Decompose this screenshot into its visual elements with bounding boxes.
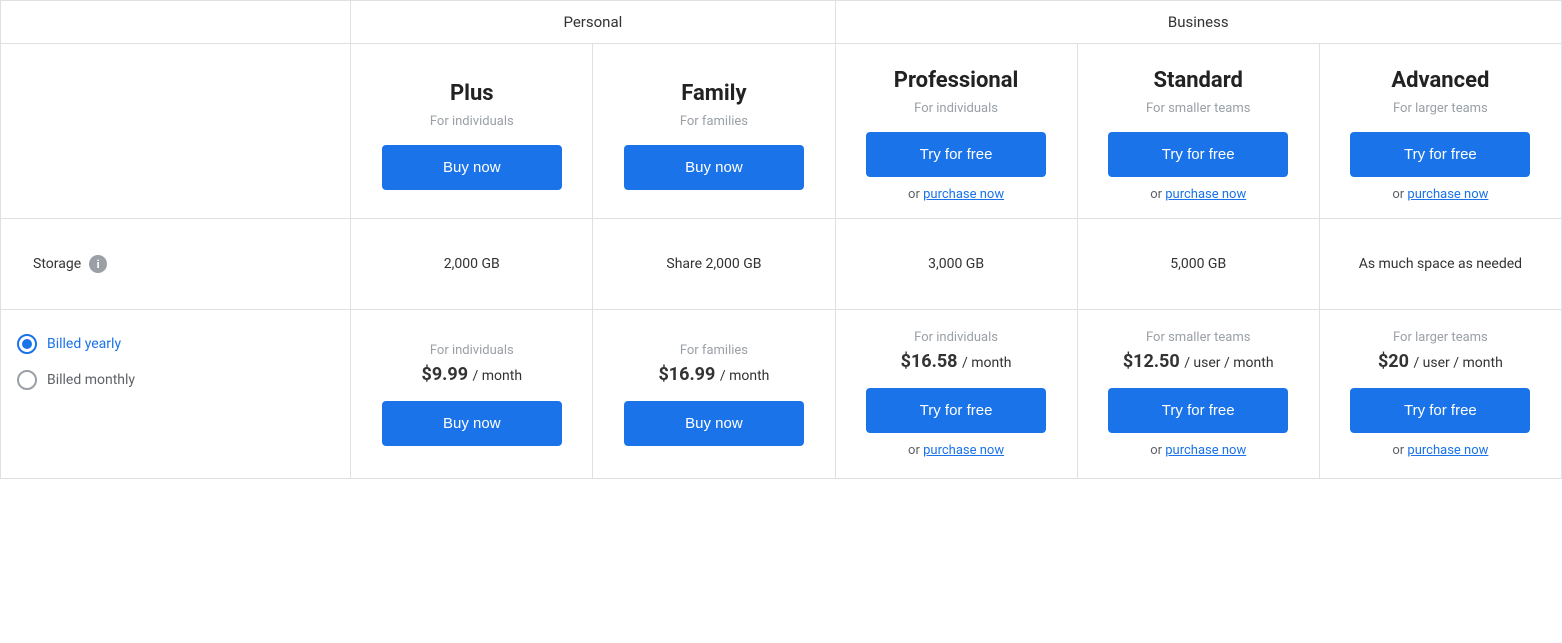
billing-monthly-option[interactable]: Billed monthly	[17, 370, 334, 390]
price-subtitle-professional: For individuals	[852, 330, 1061, 345]
pricing-cell-standard: For smaller teams $12.50 / user / month …	[1077, 310, 1319, 479]
storage-label: Storage	[33, 256, 81, 272]
storage-row: Storage i 2,000 GB Share 2,000 GB 3,000 …	[1, 219, 1562, 310]
cta-top-standard[interactable]: Try for free	[1108, 132, 1288, 177]
billing-options: Billed yearly Billed monthly	[17, 334, 334, 390]
billing-options-cell: Billed yearly Billed monthly	[1, 310, 351, 479]
or-purchase-bottom-professional: or purchase now	[852, 443, 1061, 458]
plan-subtitle-advanced: For larger teams	[1336, 101, 1545, 116]
purchase-link-bottom-professional[interactable]: purchase now	[923, 443, 1004, 458]
radio-yearly-outer	[17, 334, 37, 354]
plan-cell-professional: Professional For individuals Try for fre…	[835, 44, 1077, 219]
price-amount-advanced: $20 / user / month	[1336, 351, 1545, 372]
business-group-header: Business	[835, 1, 1562, 44]
storage-family: Share 2,000 GB	[593, 219, 835, 310]
storage-advanced: As much space as needed	[1319, 219, 1561, 310]
personal-group-header: Personal	[351, 1, 835, 44]
storage-info-icon[interactable]: i	[89, 255, 107, 273]
cta-top-advanced[interactable]: Try for free	[1350, 132, 1530, 177]
or-purchase-bottom-advanced: or purchase now	[1336, 443, 1545, 458]
plan-name-plus: Plus	[367, 81, 576, 106]
plan-subtitle-professional: For individuals	[852, 101, 1061, 116]
or-purchase-bottom-standard: or purchase now	[1094, 443, 1303, 458]
cta-top-plus[interactable]: Buy now	[382, 145, 562, 190]
plan-name-family: Family	[609, 81, 818, 106]
or-purchase-advanced: or purchase now	[1336, 187, 1545, 202]
plan-subtitle-standard: For smaller teams	[1094, 101, 1303, 116]
pricing-cell-family: For families $16.99 / month Buy now	[593, 310, 835, 479]
storage-label-cell: Storage i	[1, 219, 351, 310]
label-cell-empty	[1, 44, 351, 219]
cta-bottom-professional[interactable]: Try for free	[866, 388, 1046, 433]
pricing-table: Personal Business Plus For individuals B…	[0, 0, 1562, 479]
pricing-cell-professional: For individuals $16.58 / month Try for f…	[835, 310, 1077, 479]
price-subtitle-advanced: For larger teams	[1336, 330, 1545, 345]
purchase-link-bottom-standard[interactable]: purchase now	[1165, 443, 1246, 458]
price-amount-plus: $9.99 / month	[367, 364, 576, 385]
billing-yearly-label: Billed yearly	[47, 336, 121, 352]
price-amount-professional: $16.58 / month	[852, 351, 1061, 372]
pricing-cell-advanced: For larger teams $20 / user / month Try …	[1319, 310, 1561, 479]
plan-cell-family: Family For families Buy now	[593, 44, 835, 219]
cta-top-professional[interactable]: Try for free	[866, 132, 1046, 177]
plan-name-advanced: Advanced	[1336, 68, 1545, 93]
price-amount-family: $16.99 / month	[609, 364, 818, 385]
plan-cell-plus: Plus For individuals Buy now	[351, 44, 593, 219]
radio-monthly-outer	[17, 370, 37, 390]
plan-cell-standard: Standard For smaller teams Try for free …	[1077, 44, 1319, 219]
billing-monthly-label: Billed monthly	[47, 372, 135, 388]
group-header-row: Personal Business	[1, 1, 1562, 44]
cta-top-family[interactable]: Buy now	[624, 145, 804, 190]
cta-bottom-family[interactable]: Buy now	[624, 401, 804, 446]
purchase-link-advanced[interactable]: purchase now	[1407, 187, 1488, 202]
purchase-link-standard[interactable]: purchase now	[1165, 187, 1246, 202]
pricing-cell-plus: For individuals $9.99 / month Buy now	[351, 310, 593, 479]
plan-header-row: Plus For individuals Buy now Family For …	[1, 44, 1562, 219]
plan-subtitle-family: For families	[609, 114, 818, 129]
purchase-link-bottom-advanced[interactable]: purchase now	[1407, 443, 1488, 458]
purchase-link-professional[interactable]: purchase now	[923, 187, 1004, 202]
plan-name-standard: Standard	[1094, 68, 1303, 93]
cta-bottom-plus[interactable]: Buy now	[382, 401, 562, 446]
or-purchase-professional: or purchase now	[852, 187, 1061, 202]
storage-plus: 2,000 GB	[351, 219, 593, 310]
pricing-section-row: Billed yearly Billed monthly For individ…	[1, 310, 1562, 479]
plan-subtitle-plus: For individuals	[367, 114, 576, 129]
plan-name-professional: Professional	[852, 68, 1061, 93]
cta-bottom-standard[interactable]: Try for free	[1108, 388, 1288, 433]
storage-professional: 3,000 GB	[835, 219, 1077, 310]
empty-header	[1, 1, 351, 44]
price-subtitle-standard: For smaller teams	[1094, 330, 1303, 345]
or-purchase-standard: or purchase now	[1094, 187, 1303, 202]
storage-standard: 5,000 GB	[1077, 219, 1319, 310]
plan-cell-advanced: Advanced For larger teams Try for free o…	[1319, 44, 1561, 219]
price-subtitle-family: For families	[609, 343, 818, 358]
billing-yearly-option[interactable]: Billed yearly	[17, 334, 334, 354]
price-amount-standard: $12.50 / user / month	[1094, 351, 1303, 372]
radio-yearly-inner	[22, 339, 32, 349]
price-subtitle-plus: For individuals	[367, 343, 576, 358]
cta-bottom-advanced[interactable]: Try for free	[1350, 388, 1530, 433]
